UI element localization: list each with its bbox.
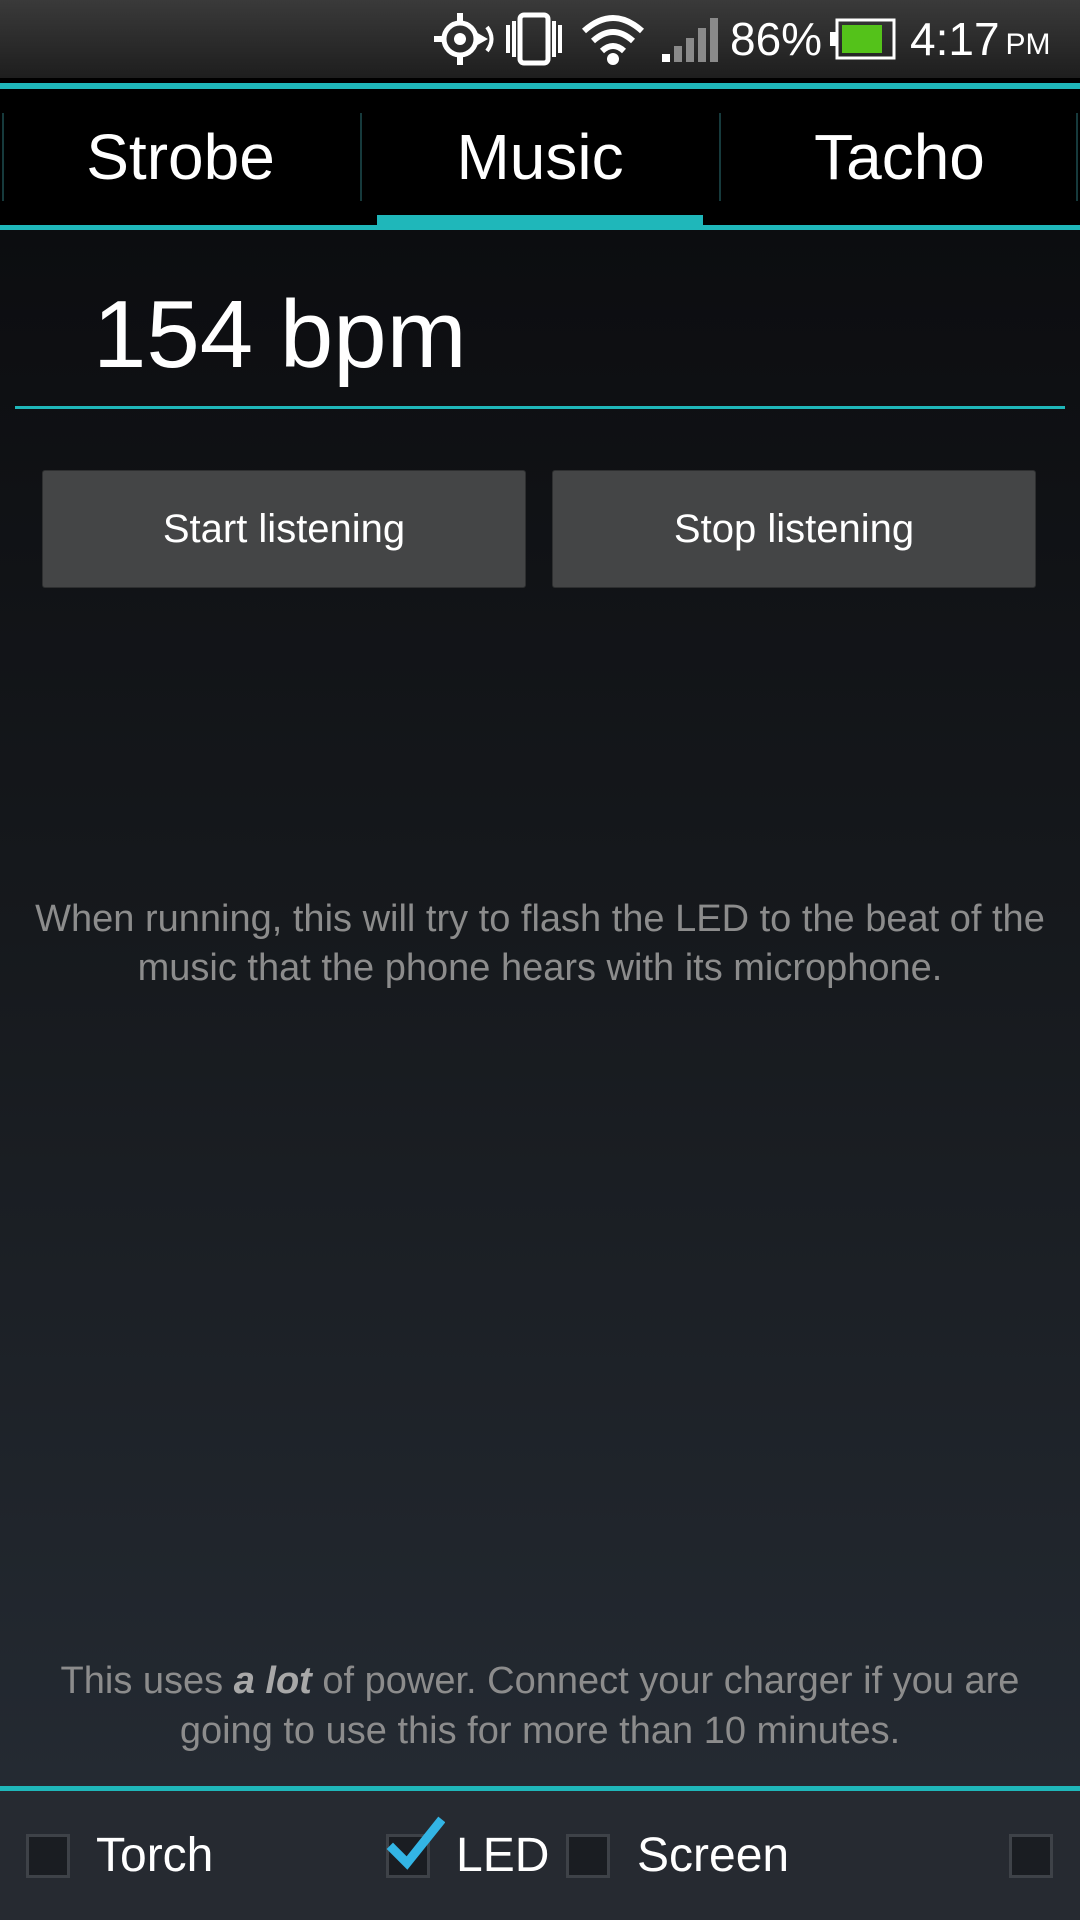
tab-music[interactable]: Music <box>361 89 719 225</box>
torch-checkbox[interactable] <box>26 1834 70 1878</box>
bpm-underline <box>15 406 1065 409</box>
led-label[interactable]: LED <box>456 1821 549 1891</box>
power-warning-text-before: This uses <box>60 1660 234 1702</box>
selected-tab-indicator <box>377 215 703 225</box>
torch-label[interactable]: Torch <box>96 1821 213 1891</box>
tab-tacho[interactable]: Tacho <box>719 89 1080 225</box>
power-warning-emphasis: a lot <box>233 1660 312 1702</box>
checkmark-icon <box>386 1816 445 1870</box>
tab-bar: Strobe Music Tacho <box>0 89 1080 225</box>
signal-icon <box>660 0 718 78</box>
output-options-bar: Torch LED Screen <box>0 1791 1080 1920</box>
screen-label[interactable]: Screen <box>637 1821 789 1891</box>
power-warning: This uses a lot of power. Connect your c… <box>30 1656 1050 1756</box>
start-listening-button[interactable]: Start listening <box>42 470 526 588</box>
tab-divider <box>1076 113 1078 201</box>
clock-time: 4:17 <box>910 13 1000 65</box>
music-panel: 154 bpm Start listening Stop listening W… <box>0 230 1080 1786</box>
battery-icon <box>830 0 896 78</box>
stop-listening-button[interactable]: Stop listening <box>552 470 1036 588</box>
extra-checkbox[interactable] <box>1009 1834 1053 1878</box>
vibrate-icon <box>502 0 566 78</box>
music-description: When running, this will try to flash the… <box>35 898 1045 989</box>
status-bar: 86% 4:17 PM <box>0 0 1080 78</box>
led-checkbox[interactable] <box>386 1816 445 1878</box>
clock-ampm: PM <box>1005 28 1051 61</box>
wifi-icon <box>580 0 646 78</box>
tab-strobe[interactable]: Strobe <box>0 89 361 225</box>
location-wave-icon <box>484 0 498 78</box>
battery-percent: 86% <box>730 13 823 65</box>
bpm-readout: 154 bpm <box>93 281 467 388</box>
screen-checkbox[interactable] <box>566 1834 610 1878</box>
